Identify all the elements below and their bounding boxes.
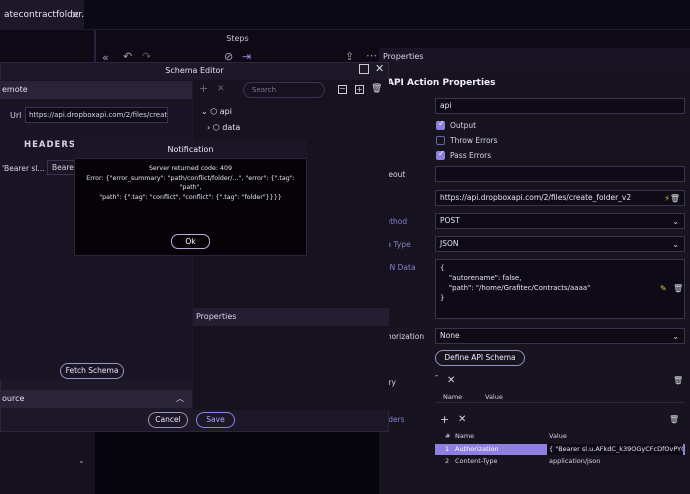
chevron-down-icon: ⌄ <box>201 107 208 116</box>
method-value: POST <box>440 216 460 225</box>
define-api-schema-button[interactable]: Define API Schema <box>435 350 525 366</box>
properties-tab[interactable]: Properties <box>379 48 690 66</box>
col-name: Name <box>455 432 475 440</box>
api-action-properties: API Action Properties D api Output Throw… <box>379 66 690 494</box>
headers-heading: HEADERS <box>24 140 77 150</box>
datatype-value: JSON <box>440 239 459 248</box>
headers-header-row: # Name Value <box>435 431 685 442</box>
row-name: Authorization <box>455 445 499 453</box>
add-icon[interactable]: + <box>199 82 208 95</box>
collapse-all-icon[interactable]: − <box>338 85 347 94</box>
row-value: application/json <box>549 457 601 465</box>
ok-button[interactable]: Ok <box>171 234 210 249</box>
authorization-select[interactable]: None ⌄ <box>435 328 685 344</box>
table-row[interactable]: 2 Content-Type application/json <box>435 456 685 467</box>
throw-errors-label: Throw Errors <box>450 136 498 145</box>
pass-errors-checkbox[interactable] <box>436 149 445 160</box>
method-select[interactable]: POST ⌄ <box>435 213 685 229</box>
save-button[interactable]: Save <box>196 412 235 428</box>
trash-icon[interactable]: 🗑 <box>670 192 680 205</box>
message-line: Error: {"error_summary": "path/conflict/… <box>86 174 295 192</box>
source-section-header[interactable]: ource ︿ <box>0 390 192 408</box>
left-bottom: ⌄ <box>0 428 95 494</box>
close-icon[interactable]: × <box>71 0 80 30</box>
close-icon[interactable]: ✕ <box>375 62 384 75</box>
cube-icon: ⬡ <box>210 107 218 116</box>
chevron-down-icon[interactable]: ⌄ <box>78 456 85 465</box>
col-name: Name <box>443 393 463 401</box>
tree-node-api[interactable]: ⌄ ⬡ api <box>201 107 232 116</box>
table-row[interactable]: 1 Authorization { "Bearer sl.u.AFkdC_k39… <box>435 444 685 455</box>
row-name: Content-Type <box>455 457 498 465</box>
search-input[interactable]: Search <box>243 82 325 98</box>
more-icon[interactable]: ⋯ <box>366 49 377 62</box>
url-value: https://api.dropboxapi.com/2/files/creat… <box>440 193 632 202</box>
cancel-button[interactable]: Cancel <box>148 412 188 428</box>
chevron-down-icon: ⌄ <box>672 240 679 249</box>
panel-title: API Action Properties <box>387 78 496 88</box>
datatype-select[interactable]: JSON ⌄ <box>435 236 685 252</box>
maximize-icon[interactable] <box>359 64 369 74</box>
chevron-up-icon: ︿ <box>176 394 184 403</box>
json-data-editor[interactable]: { "autorename": false, "path": "/home/Gr… <box>435 259 685 319</box>
tree-label: data <box>222 123 241 132</box>
col-num: # <box>445 432 451 440</box>
notification-title: Notification <box>74 141 307 159</box>
properties-section-header[interactable]: Properties <box>193 308 389 326</box>
header-key: 'Bearer sl... <box>2 164 45 173</box>
remove-icon[interactable]: ✕ <box>447 375 455 386</box>
trash-icon[interactable]: 🗑 <box>673 376 683 385</box>
schema-url-input[interactable]: https://api.dropboxapi.com/2/files/creat… <box>25 107 168 123</box>
file-tab[interactable]: atecontractfolder.php × <box>0 0 84 30</box>
tab-bar <box>0 0 690 30</box>
trash-icon[interactable]: 🗑 <box>673 284 683 293</box>
add-icon[interactable]: - <box>435 371 438 381</box>
edit-icon[interactable]: ✎ <box>660 284 667 293</box>
notification-message: Server returned code: 409 Error: {"error… <box>80 164 301 202</box>
remove-icon[interactable]: ✕ <box>217 84 225 94</box>
cube-icon: ⬡ <box>212 123 220 132</box>
authorization-value: None <box>440 331 460 340</box>
remote-section-header[interactable]: emote <box>0 81 192 99</box>
steps-header: Steps <box>95 30 379 48</box>
message-line: Server returned code: 409 <box>148 165 233 172</box>
row-num: 2 <box>445 457 450 465</box>
remove-icon[interactable]: ✕ <box>458 414 466 425</box>
source-label: ource <box>2 394 25 403</box>
tree-label: api <box>219 107 232 116</box>
pass-errors-label: Pass Errors <box>450 151 492 160</box>
url-input[interactable]: https://api.dropboxapi.com/2/files/creat… <box>435 190 685 206</box>
url-label: Url <box>10 111 22 120</box>
chevron-down-icon: ⌄ <box>672 217 679 226</box>
col-value: Value <box>549 432 567 440</box>
expand-all-icon[interactable]: + <box>355 85 364 94</box>
message-line: "path": {".tag": "conflict", "conflict":… <box>99 193 282 201</box>
timeout-input[interactable] <box>435 166 685 182</box>
query-header-row: Name Value <box>435 392 685 403</box>
trash-icon[interactable]: 🗑 <box>669 415 679 424</box>
fetch-schema-button[interactable]: Fetch Schema <box>60 363 124 379</box>
schema-editor-title: Schema Editor <box>165 66 224 75</box>
output-checkbox[interactable] <box>436 119 445 130</box>
id-input[interactable]: api <box>435 98 685 114</box>
trash-icon[interactable]: 🗑 <box>371 84 382 94</box>
output-label: Output <box>450 121 477 130</box>
throw-errors-checkbox[interactable] <box>436 136 445 145</box>
row-num: 1 <box>445 445 450 453</box>
tree-node-data[interactable]: › ⬡ data <box>207 123 240 132</box>
chevron-down-icon: ⌄ <box>672 332 679 341</box>
col-value: Value <box>485 393 503 401</box>
row-value: { "Bearer sl.u.AFkdC_k39OGyCFcDfOvPY0d3.… <box>547 444 683 455</box>
add-icon[interactable]: + <box>440 413 449 426</box>
chevron-right-icon: › <box>207 123 211 132</box>
canvas-bottom <box>95 428 379 494</box>
